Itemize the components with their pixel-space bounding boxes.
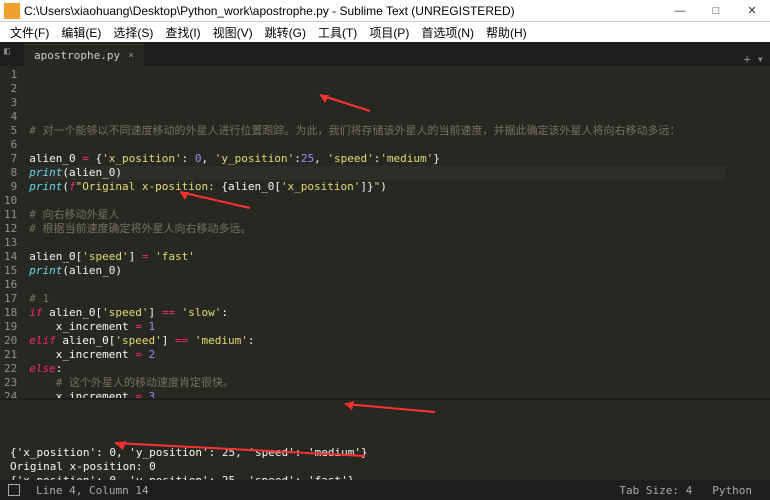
window-minimize-button[interactable]: — — [662, 0, 698, 22]
window-title: C:\Users\xiaohuang\Desktop\Python_work\a… — [24, 4, 662, 18]
tab-close-icon[interactable]: × — [128, 50, 134, 61]
status-position[interactable]: Line 4, Column 14 — [26, 484, 159, 497]
menu-item[interactable]: 文件(F) — [4, 24, 55, 41]
menu-item[interactable]: 选择(S) — [107, 24, 159, 41]
tabbar: ◧ apostrophe.py × + ▾ — [0, 42, 770, 66]
new-tab-button[interactable]: + — [744, 52, 751, 66]
menu-item[interactable]: 帮助(H) — [480, 24, 533, 41]
window-titlebar: C:\Users\xiaohuang\Desktop\Python_work\a… — [0, 0, 770, 22]
line-gutter: 1234567891011121314151617181920212223242… — [0, 66, 25, 398]
editor[interactable]: 1234567891011121314151617181920212223242… — [0, 66, 770, 398]
status-language[interactable]: Python — [702, 484, 762, 497]
menu-item[interactable]: 首选项(N) — [415, 24, 480, 41]
statusbar: Line 4, Column 14 Tab Size: 4 Python — [0, 480, 770, 500]
menu-item[interactable]: 跳转(G) — [259, 24, 312, 41]
menu-item[interactable]: 项目(P) — [363, 24, 415, 41]
minimap[interactable] — [730, 66, 770, 398]
menubar: 文件(F)编辑(E)选择(S)查找(I)视图(V)跳转(G)工具(T)项目(P)… — [0, 22, 770, 42]
annotation-arrow-icon — [340, 400, 440, 414]
menu-item[interactable]: 视图(V) — [207, 24, 259, 41]
sidebar-toggle-icon[interactable]: ◧ — [4, 46, 10, 57]
tab-menu-button[interactable]: ▾ — [757, 52, 764, 66]
app-icon — [4, 3, 20, 19]
menu-item[interactable]: 工具(T) — [312, 24, 363, 41]
window-maximize-button[interactable]: □ — [698, 0, 734, 22]
code-area[interactable]: # 对一个能够以不同速度移动的外星人进行位置跟踪。为此，我们将存储该外星人的当前… — [25, 66, 730, 398]
menu-item[interactable]: 编辑(E) — [55, 24, 107, 41]
annotation-arrow-icon — [315, 93, 375, 115]
panel-switcher-icon[interactable] — [8, 484, 20, 496]
status-tabsize[interactable]: Tab Size: 4 — [609, 484, 702, 497]
window-close-button[interactable]: ✕ — [734, 0, 770, 22]
build-output[interactable]: {'x_position': 0, 'y_position': 25, 'spe… — [0, 398, 770, 480]
tab-label: apostrophe.py — [34, 49, 120, 62]
menu-item[interactable]: 查找(I) — [159, 24, 206, 41]
tab-apostrophe[interactable]: apostrophe.py × — [24, 44, 144, 66]
